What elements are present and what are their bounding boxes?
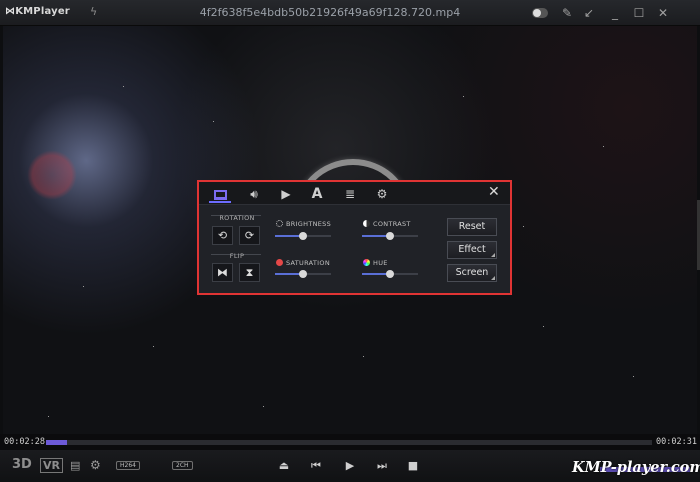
contrast-label: CONTRAST	[363, 220, 411, 228]
vr-button[interactable]: VR	[40, 458, 63, 473]
3d-button[interactable]: 3D	[12, 457, 32, 472]
codec-badge: H264	[116, 461, 140, 470]
settings-icon[interactable]: ⚙	[90, 458, 101, 472]
flip-horizontal-button[interactable]: ⧓	[212, 263, 233, 282]
toggle-switch[interactable]	[532, 8, 548, 18]
contrast-icon	[363, 220, 370, 227]
next-icon[interactable]: ⏭	[374, 458, 390, 474]
seek-progress	[46, 440, 68, 445]
contrast-slider[interactable]	[362, 232, 418, 240]
settings-icon[interactable]: ⚙	[371, 185, 393, 203]
play-icon[interactable]: ▶	[342, 458, 358, 474]
playlist-icon[interactable]: ≣	[339, 185, 361, 203]
reset-button[interactable]: Reset	[447, 218, 497, 236]
menu-icon[interactable]: ▤	[70, 459, 80, 472]
watermark: KMP-player.com	[572, 459, 700, 476]
brightness-slider[interactable]	[275, 232, 331, 240]
close-icon[interactable]: ✕	[488, 184, 500, 200]
control-panel: 🔊︎ ▶ A ≣ ⚙ ✕ ROTATION ⟲ ⟳ FLIP ⧓ ⧗ BRIGH…	[197, 180, 512, 295]
progress-area: 00:02:28 00:02:31	[0, 434, 700, 450]
play-icon[interactable]: ▶	[275, 185, 297, 203]
title-bar: ⋈KMPlayer ϟ 4f2f638f5e4bdb50b21926f49a69…	[0, 0, 700, 26]
panel-tabs: 🔊︎ ▶ A ≣ ⚙ ✕	[199, 182, 510, 205]
brightness-label: BRIGHTNESS	[276, 220, 331, 228]
hue-label: HUE	[363, 259, 388, 267]
brightness-icon	[276, 220, 283, 227]
effect-button[interactable]: Effect	[447, 241, 497, 259]
close-icon[interactable]: ✕	[654, 4, 672, 22]
hue-slider[interactable]	[362, 270, 418, 278]
seek-bar[interactable]	[46, 440, 652, 445]
minimize-icon[interactable]: _	[606, 4, 624, 22]
rotate-left-button[interactable]: ⟲	[212, 226, 233, 245]
pin-icon[interactable]: ✎	[558, 4, 576, 22]
previous-icon[interactable]: ⏮	[308, 458, 324, 474]
shrink-icon[interactable]: ↙	[580, 4, 598, 22]
flip-vertical-button[interactable]: ⧗	[239, 263, 260, 282]
saturation-icon	[276, 259, 283, 266]
lens-flare	[27, 150, 77, 200]
stop-icon[interactable]: ■	[405, 458, 421, 474]
channels-badge: 2CH	[172, 461, 193, 470]
saturation-label: SATURATION	[276, 259, 330, 267]
rotation-label: ROTATION	[219, 214, 255, 222]
saturation-slider[interactable]	[275, 270, 331, 278]
subtitle-icon[interactable]: A	[306, 185, 328, 203]
audio-icon[interactable]: 🔊︎	[243, 185, 265, 203]
flip-label: FLIP	[229, 252, 245, 260]
rotate-right-button[interactable]: ⟳	[239, 226, 260, 245]
screen-icon[interactable]	[209, 185, 231, 203]
elapsed-time: 00:02:28	[4, 437, 45, 447]
hue-icon	[363, 259, 370, 266]
total-time: 00:02:31	[656, 437, 697, 447]
screen-button[interactable]: Screen	[447, 264, 497, 282]
maximize-icon[interactable]: ☐	[630, 4, 648, 22]
eject-icon[interactable]: ⏏	[276, 458, 292, 474]
